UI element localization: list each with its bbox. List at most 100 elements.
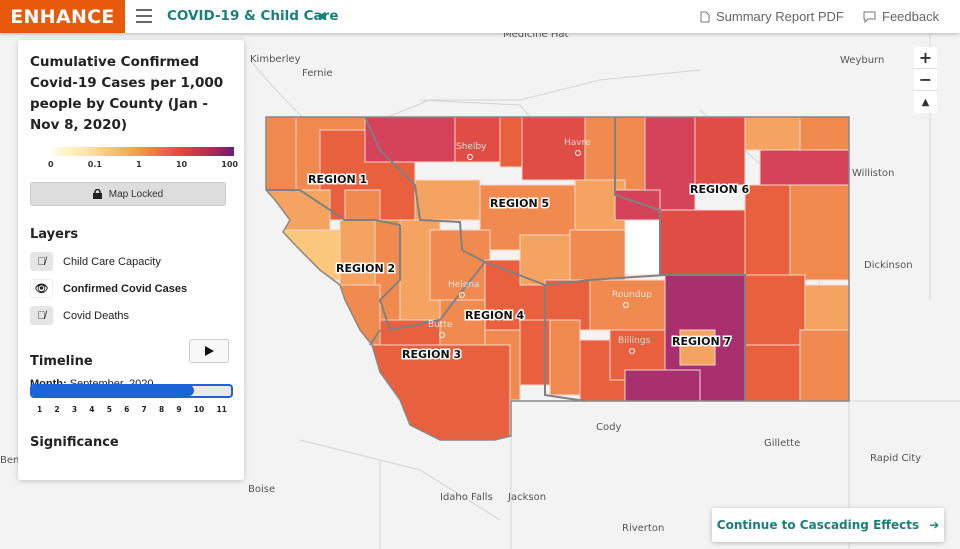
summary-report-link[interactable]: Summary Report PDF	[700, 9, 844, 24]
eye-slash-icon[interactable]: 👁̸	[30, 306, 53, 325]
arrow-right-icon: ➔	[929, 518, 940, 532]
county[interactable]	[589, 279, 666, 331]
zoom-out-button[interactable]: −	[914, 69, 937, 91]
slider-tick: 10	[193, 405, 205, 414]
lock-icon	[92, 189, 102, 199]
county[interactable]	[789, 184, 849, 281]
region-label: REGION 7	[672, 335, 731, 348]
pdf-file-icon	[700, 11, 710, 22]
county[interactable]	[614, 189, 661, 221]
slider-tick: 2	[54, 405, 60, 414]
county[interactable]	[694, 117, 746, 186]
city-label: Roundup	[612, 290, 652, 300]
city-label: Fernie	[302, 68, 333, 79]
compass-north-icon[interactable]: ▲	[914, 91, 937, 113]
city-label: Idaho Falls	[440, 492, 493, 503]
city-label: Butte	[428, 320, 453, 330]
scale-tick: 0.1	[87, 160, 102, 169]
color-scale-ticks: 0 0.1 1 10 100	[48, 160, 238, 169]
eye-icon[interactable]: 👁	[30, 279, 53, 298]
scale-tick: 100	[221, 160, 238, 169]
slider-tick: 9	[176, 405, 182, 414]
slider-thumb[interactable]	[183, 385, 194, 396]
slider-tick: 5	[106, 405, 112, 414]
color-scale-bar	[52, 147, 234, 156]
layer-covid-deaths[interactable]: 👁̸ Covid Deaths	[30, 306, 232, 325]
county[interactable]	[499, 117, 523, 168]
city-label: Dickinson	[864, 260, 913, 271]
city-label: Billings	[618, 336, 651, 346]
city-label: Boise	[248, 484, 275, 495]
county[interactable]	[266, 117, 297, 193]
county[interactable]	[799, 117, 849, 151]
feedback-link[interactable]: Feedback	[863, 9, 939, 24]
city-label: Shelby	[456, 142, 487, 152]
slider-tick: 6	[124, 405, 130, 414]
slider-tick: 3	[71, 405, 78, 414]
county[interactable]	[659, 209, 746, 276]
slider-tick: 1	[37, 405, 43, 414]
county[interactable]	[804, 284, 849, 331]
county-choropleth[interactable]	[266, 117, 849, 440]
eye-slash-icon[interactable]: 👁̸	[30, 252, 53, 271]
layers-heading: Layers	[30, 227, 79, 242]
layer-label: Confirmed Covid Cases	[63, 282, 188, 295]
city-label: Williston	[852, 168, 894, 179]
county[interactable]	[414, 179, 481, 221]
app-title: COVID-19 & Child Care	[167, 8, 339, 24]
hamburger-menu-icon[interactable]	[136, 9, 152, 23]
layer-child-care-capacity[interactable]: 👁̸ Child Care Capacity	[30, 252, 232, 271]
region-label: REGION 2	[336, 262, 395, 275]
county[interactable]	[266, 189, 331, 231]
summary-report-label: Summary Report PDF	[716, 9, 844, 24]
map-locked-button[interactable]: Map Locked	[30, 182, 226, 206]
city-label: Riverton	[622, 523, 664, 534]
county[interactable]	[521, 117, 586, 181]
region-label: REGION 4	[465, 309, 524, 322]
city-label: Helena	[448, 280, 480, 290]
layer-confirmed-covid-cases[interactable]: 👁 Confirmed Covid Cases	[30, 279, 232, 298]
county[interactable]	[624, 369, 701, 402]
county[interactable]	[624, 219, 661, 276]
collapse-caret-icon[interactable]: ◀	[317, 9, 325, 22]
city-label: Weyburn	[840, 55, 884, 66]
county[interactable]	[454, 117, 501, 163]
slider-tick: 11	[216, 405, 227, 414]
layer-label: Covid Deaths	[63, 309, 130, 322]
region-label: REGION 6	[690, 183, 749, 196]
layer-label: Child Care Capacity	[63, 255, 161, 268]
county[interactable]	[744, 344, 801, 402]
region-label: REGION 3	[402, 348, 461, 361]
county[interactable]	[549, 319, 581, 396]
legend-panel: Cumulative Confirmed Covid-19 Cases per …	[18, 40, 244, 480]
slider-ticks: 1 2 3 4 5 6 7 8 9 10 11	[37, 405, 227, 414]
zoom-in-button[interactable]: +	[914, 47, 937, 69]
county[interactable]	[282, 229, 341, 281]
county[interactable]	[799, 329, 849, 402]
county[interactable]	[344, 189, 381, 221]
play-button[interactable]	[189, 339, 229, 363]
play-icon	[204, 346, 214, 356]
county[interactable]	[339, 219, 376, 286]
slider-fill	[32, 386, 188, 396]
city-label: Rapid City	[870, 453, 921, 464]
region-label: REGION 1	[308, 173, 367, 186]
city-label: Havre	[564, 138, 591, 148]
county[interactable]	[759, 149, 849, 186]
region-label: REGION 5	[490, 197, 549, 210]
scale-tick: 10	[175, 160, 188, 169]
county[interactable]	[744, 274, 806, 346]
logo[interactable]: ENHANCE	[0, 0, 125, 33]
city-label: Ben	[0, 455, 19, 466]
city-label: Kimberley	[250, 54, 301, 65]
map-locked-label: Map Locked	[108, 188, 164, 200]
county[interactable]	[364, 117, 456, 163]
county[interactable]	[569, 229, 626, 281]
continue-button[interactable]: Continue to Cascading Effects ➔	[712, 508, 944, 542]
county[interactable]	[744, 184, 796, 276]
county[interactable]	[744, 117, 801, 151]
month-slider[interactable]	[30, 384, 233, 398]
slider-tick: 7	[141, 405, 147, 414]
feedback-label: Feedback	[882, 9, 940, 24]
slider-tick: 4	[89, 405, 95, 414]
